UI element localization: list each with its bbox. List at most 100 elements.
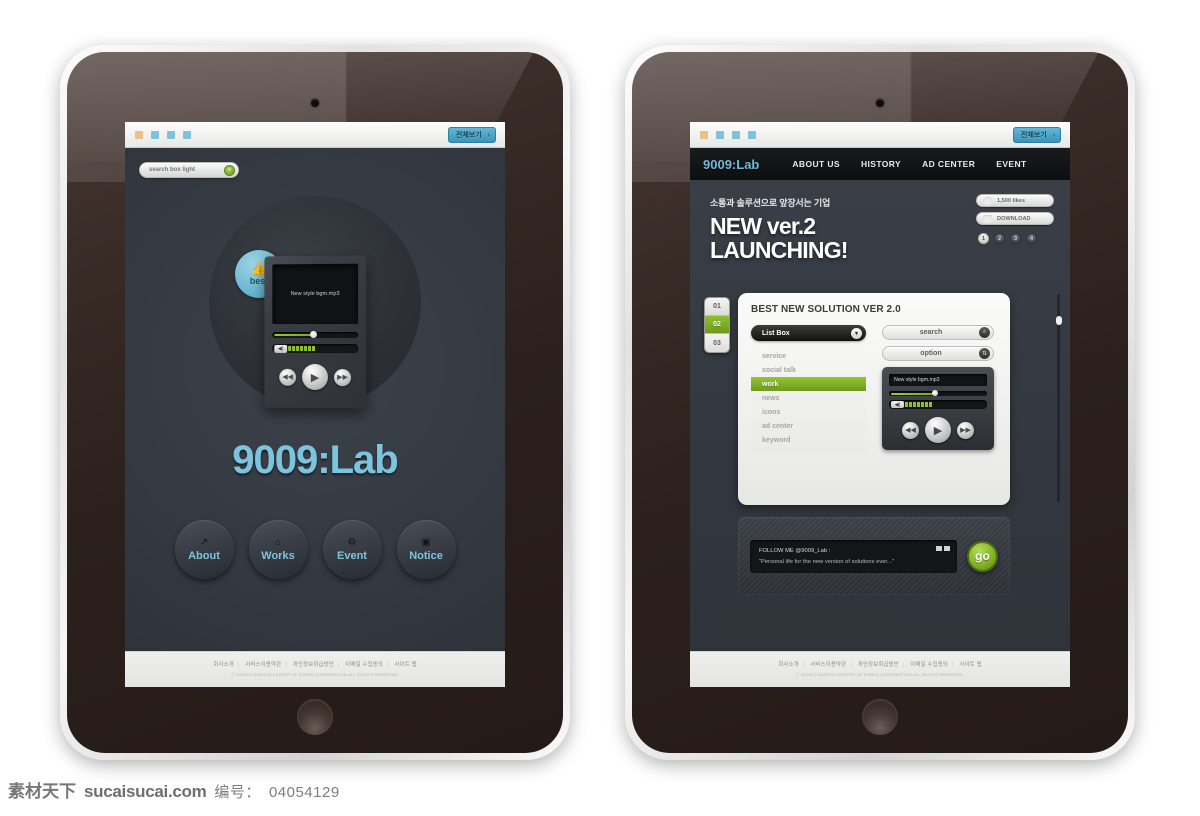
pagination-dot-4[interactable]: 4 (1026, 233, 1037, 244)
list-box-label: List Box (762, 329, 790, 337)
list-item[interactable]: icons (751, 405, 866, 419)
tweet-text: "Personal life for the new version of so… (759, 558, 894, 565)
go-button[interactable]: go (967, 540, 998, 572)
mini-mp3-player: New style bgm.mp3 ◀) ◀◀ ▶ ▶▶ (882, 367, 994, 450)
page-left: search box light ⌕ 👍 best New style bgm.… (125, 148, 505, 687)
chrome-dot-3[interactable] (167, 130, 175, 139)
nav-item-history[interactable]: HISTORY (861, 159, 901, 169)
list-item[interactable]: ad center (751, 419, 866, 433)
step-tab-01[interactable]: 01 (705, 298, 729, 316)
chrome-dot-1[interactable] (700, 130, 708, 139)
search-box[interactable]: search box light ⌕ (139, 162, 239, 178)
prev-button[interactable]: ◀◀ (279, 368, 297, 386)
chrome-dot-3[interactable] (732, 130, 740, 139)
prev-button[interactable]: ◀◀ (902, 421, 919, 439)
volume-segment (913, 402, 916, 407)
updown-icon[interactable]: ⇅ (979, 348, 990, 359)
mp3-player: New style bgm.mp3 ◀) ◀◀ ▶ ▶▶ (264, 255, 367, 409)
option-field-label: option (920, 350, 942, 357)
step-tabs: 01 02 03 (704, 297, 730, 353)
nav-label-about: About (188, 550, 220, 562)
footer-link-4[interactable]: 사이트 맵 (959, 662, 981, 668)
search-input[interactable]: search box light (149, 167, 224, 173)
download-icon (983, 214, 992, 223)
footer-links: 회사소개 | 서비스이용약관 | 개인정보취급방안 | 이메일 수집동의 | 사이트 맵 (690, 660, 1070, 668)
footer-link-0[interactable]: 회사소개 (778, 662, 799, 668)
volume-segment (909, 402, 912, 407)
home-button[interactable] (297, 699, 333, 735)
play-button[interactable]: ▶ (302, 363, 328, 391)
nav-button-works[interactable]: ⌂ Works (248, 520, 308, 579)
volume-segment (304, 345, 308, 351)
chrome-dot-4[interactable] (183, 130, 191, 139)
play-button[interactable]: ▶ (925, 417, 951, 443)
list-item[interactable]: social talk (751, 363, 866, 377)
vertical-scrollbar[interactable] (1055, 294, 1062, 502)
footer-link-2[interactable]: 개인정보취급방안 (293, 662, 334, 668)
search-field[interactable]: search ⌕ (882, 325, 994, 340)
search-icon[interactable]: ⌕ (224, 164, 235, 176)
footer-link-0[interactable]: 회사소개 (213, 662, 234, 668)
nav-button-event[interactable]: ⚙ Event (322, 520, 382, 579)
chrome-dot-2[interactable] (151, 130, 159, 139)
tablet-bezel: 전체보기 › search box light ⌕ 👍 best New sty… (67, 52, 563, 753)
player-seek-bar[interactable] (272, 330, 359, 339)
chrome-dot-1[interactable] (135, 130, 143, 139)
nav-item-ad-center[interactable]: AD CENTER (922, 159, 975, 169)
view-all-button[interactable]: 전체보기 › (447, 127, 496, 143)
footer-link-1[interactable]: 서비스이용약관 (245, 662, 281, 668)
volume-segment (917, 402, 920, 407)
watermark-site-url: sucaisucai.com (84, 782, 207, 801)
footer-link-4[interactable]: 사이트 맵 (394, 662, 416, 668)
search-icon[interactable]: ⌕ (979, 327, 990, 338)
tweet-actions (936, 545, 950, 551)
mini-player-seek-knob[interactable] (932, 390, 939, 396)
scrollbar-handle[interactable] (1055, 316, 1062, 325)
player-volume-bar[interactable]: ◀) (272, 343, 359, 354)
footer-separator: | (285, 662, 287, 668)
footer-link-3[interactable]: 이메일 수집동의 (345, 662, 383, 668)
tweet-action-icon[interactable] (944, 545, 950, 551)
speaker-icon[interactable]: ◀) (891, 401, 904, 408)
chevron-down-icon[interactable]: ▾ (851, 327, 862, 339)
footer-link-3[interactable]: 이메일 수집동의 (910, 662, 948, 668)
tweet-action-icon[interactable] (936, 545, 942, 551)
player-seek-knob[interactable] (309, 330, 317, 339)
search-field-label: search (919, 329, 943, 336)
nav-label-notice: Notice (409, 550, 443, 562)
download-button[interactable]: DOWNLOAD (976, 212, 1054, 225)
next-button[interactable]: ▶▶ (333, 368, 352, 386)
nav-button-about[interactable]: ↗ About (174, 520, 234, 579)
speaker-icon[interactable]: ◀) (274, 344, 288, 353)
nav-button-notice[interactable]: ▣ Notice (396, 520, 456, 579)
step-tab-03[interactable]: 03 (705, 334, 729, 352)
footer-link-2[interactable]: 개인정보취급방안 (858, 662, 899, 668)
mini-player-seek-bar[interactable] (889, 390, 987, 396)
chrome-dot-2[interactable] (716, 130, 724, 139)
top-navigation: 9009:Lab ABOUT US HISTORY AD CENTER EVEN… (690, 148, 1070, 180)
list-item[interactable]: service (751, 349, 866, 363)
list-item-selected[interactable]: work (751, 377, 866, 391)
nav-item-about-us[interactable]: ABOUT US (792, 159, 840, 169)
view-all-button[interactable]: 전체보기 › (1012, 127, 1061, 143)
next-button[interactable]: ▶▶ (957, 421, 974, 439)
pagination-dot-3[interactable]: 3 (1010, 233, 1021, 244)
volume-segment (296, 345, 300, 351)
view-all-label: 전체보기 (455, 132, 482, 139)
list-box-header[interactable]: List Box ▾ (751, 325, 866, 341)
chevron-right-icon: › (1052, 131, 1055, 139)
likes-button[interactable]: 1,500 likes (976, 194, 1054, 207)
nav-item-event[interactable]: EVENT (996, 159, 1026, 169)
pagination-dot-2[interactable]: 2 (994, 233, 1005, 244)
list-item[interactable]: keyword (751, 433, 866, 447)
chrome-dot-4[interactable] (748, 130, 756, 139)
pagination-dot-1[interactable]: 1 (978, 233, 989, 244)
list-item[interactable]: news (751, 391, 866, 405)
step-tab-02[interactable]: 02 (705, 316, 729, 334)
mini-player-volume-bar[interactable]: ◀) (889, 400, 987, 409)
option-field[interactable]: option ⇅ (882, 346, 994, 361)
site-logo[interactable]: 9009:Lab (703, 157, 759, 172)
home-button[interactable] (862, 699, 898, 735)
window-icon: ▣ (421, 537, 431, 548)
footer-link-1[interactable]: 서비스이용약관 (810, 662, 846, 668)
